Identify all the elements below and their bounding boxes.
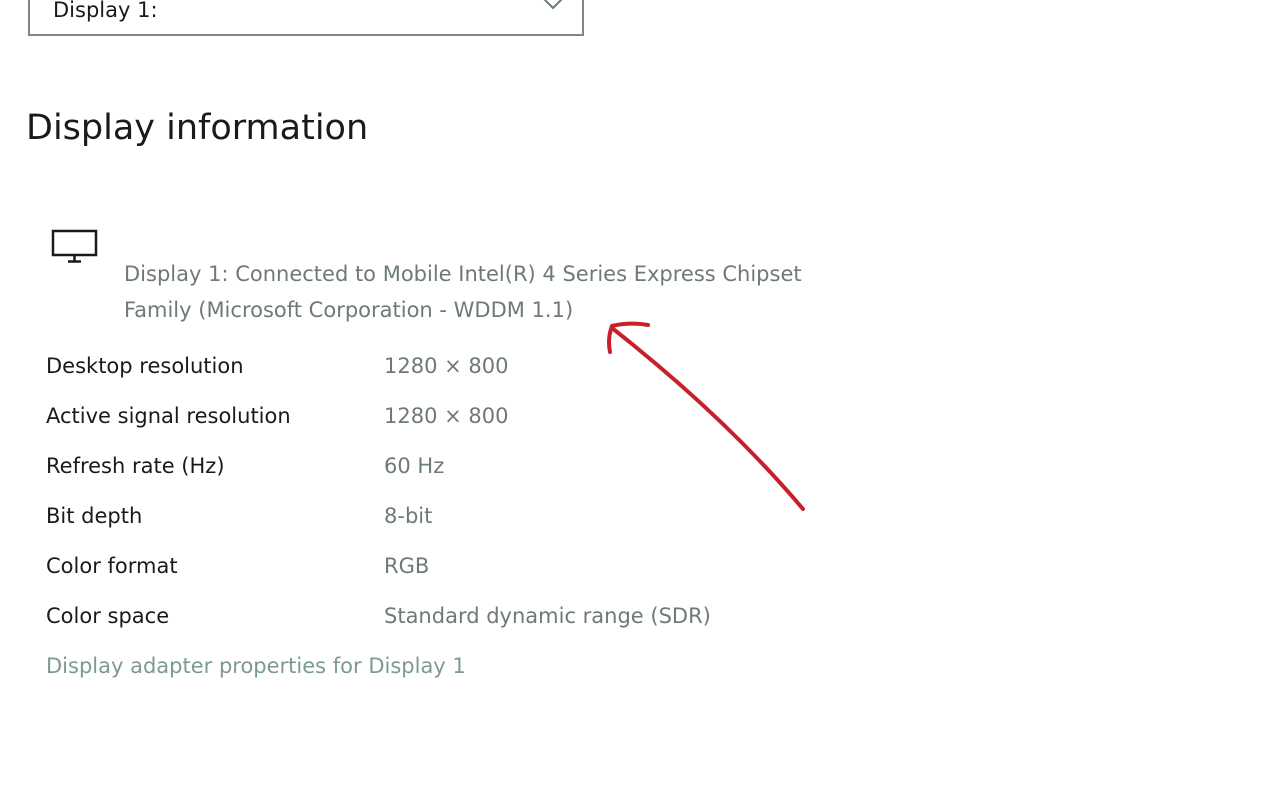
adapter-description-line-2: Family (Microsoft Corporation - WDDM 1.1…	[124, 298, 574, 322]
info-value: 60 Hz	[384, 454, 445, 478]
info-row-color-space: Color space Standard dynamic range (SDR)	[46, 602, 846, 652]
section-title: Display information	[26, 108, 369, 148]
info-label: Active signal resolution	[46, 404, 291, 428]
display-info-table: Desktop resolution 1280 × 800 Active sig…	[46, 352, 846, 652]
adapter-description: Display 1: Connected to Mobile Intel(R) …	[124, 256, 864, 328]
info-label: Bit depth	[46, 504, 143, 528]
info-row-refresh-rate: Refresh rate (Hz) 60 Hz	[46, 452, 846, 502]
info-value: RGB	[384, 554, 430, 578]
monitor-icon	[51, 229, 98, 263]
display-settings-page: Display 1: Display information Display 1…	[0, 0, 1280, 800]
adapter-description-line-1: Display 1: Connected to Mobile Intel(R) …	[124, 262, 802, 286]
info-value: 1280 × 800	[384, 404, 509, 428]
info-value: Standard dynamic range (SDR)	[384, 604, 711, 628]
info-label: Color format	[46, 554, 178, 578]
info-row-color-format: Color format RGB	[46, 552, 846, 602]
info-label: Color space	[46, 604, 170, 628]
info-row-active-signal-resolution: Active signal resolution 1280 × 800	[46, 402, 846, 452]
info-row-desktop-resolution: Desktop resolution 1280 × 800	[46, 352, 846, 402]
info-row-bit-depth: Bit depth 8-bit	[46, 502, 846, 552]
info-label: Refresh rate (Hz)	[46, 454, 225, 478]
dropdown-selected-value: Display 1:	[53, 0, 158, 22]
info-value: 1280 × 800	[384, 354, 509, 378]
info-value: 8-bit	[384, 504, 433, 528]
info-label: Desktop resolution	[46, 354, 244, 378]
display-adapter-properties-link[interactable]: Display adapter properties for Display 1	[46, 654, 466, 678]
display-select-dropdown[interactable]: Display 1:	[28, 0, 584, 36]
chevron-down-icon	[543, 0, 563, 10]
